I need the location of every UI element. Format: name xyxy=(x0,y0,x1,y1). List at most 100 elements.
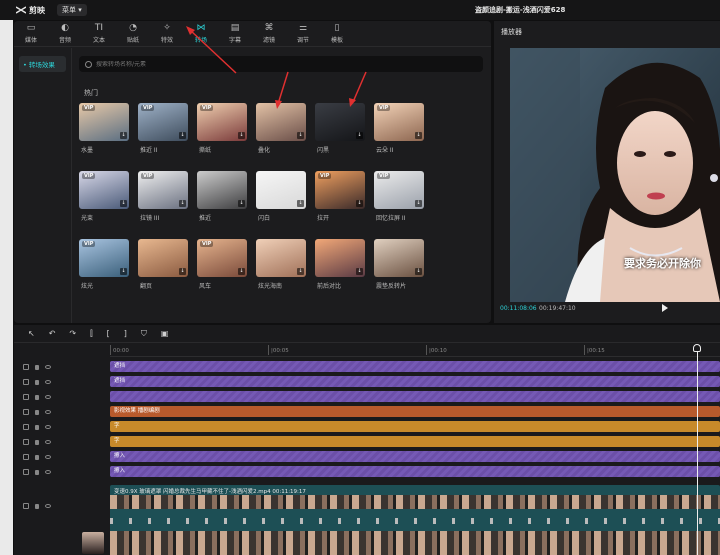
track-clip[interactable]: 擦入 xyxy=(110,466,720,477)
video-preview[interactable]: 要求务必开除你 xyxy=(510,48,720,302)
transition-thumbnail[interactable]: ↓ xyxy=(138,239,188,277)
download-icon[interactable]: ↓ xyxy=(238,132,245,139)
transition-tile[interactable]: VIP ↓ 拉镜 III xyxy=(138,171,188,223)
transition-thumbnail[interactable]: VIP ↓ xyxy=(79,103,129,141)
download-icon[interactable]: ↓ xyxy=(297,200,304,207)
transition-thumbnail[interactable]: ↓ xyxy=(256,239,306,277)
transition-thumbnail[interactable]: VIP ↓ xyxy=(138,103,188,141)
playhead-handle[interactable] xyxy=(693,344,701,352)
track-clip[interactable]: 擦入 xyxy=(110,451,720,462)
transition-tile[interactable]: ↓ 闪黑 xyxy=(315,103,365,155)
lock-icon[interactable] xyxy=(35,409,39,415)
eye-icon[interactable] xyxy=(45,425,51,429)
transition-tile[interactable]: VIP ↓ 光束 xyxy=(79,171,129,223)
search-bar[interactable] xyxy=(79,56,483,72)
split-right-icon[interactable]: ] xyxy=(124,329,127,338)
track-clip[interactable]: 字 xyxy=(110,421,720,432)
download-icon[interactable]: ↓ xyxy=(297,132,304,139)
download-icon[interactable]: ↓ xyxy=(120,268,127,275)
track-clip[interactable]: 遮挡 xyxy=(110,376,720,387)
tool-sticker[interactable]: ◔ 贴纸 xyxy=(116,21,150,46)
tool-template[interactable]: ▯ 模板 xyxy=(320,21,354,46)
lock-icon[interactable] xyxy=(35,364,39,370)
tool-subtitle[interactable]: ▤ 字幕 xyxy=(218,21,252,46)
redo-icon[interactable]: ↷ xyxy=(69,329,76,338)
transition-thumbnail[interactable]: VIP ↓ xyxy=(138,171,188,209)
transition-tile[interactable]: ↓ 闪白 xyxy=(256,171,306,223)
lock-icon[interactable] xyxy=(35,379,39,385)
undo-icon[interactable]: ↶ xyxy=(49,329,56,338)
transition-thumbnail[interactable]: ↓ xyxy=(197,171,247,209)
tool-media[interactable]: ▭ 媒体 xyxy=(14,21,48,46)
download-icon[interactable]: ↓ xyxy=(120,132,127,139)
tool-filter[interactable]: ⌘ 滤镜 xyxy=(252,21,286,46)
transition-tile[interactable]: VIP ↓ 水墨 xyxy=(79,103,129,155)
download-icon[interactable]: ↓ xyxy=(179,268,186,275)
download-icon[interactable]: ↓ xyxy=(238,200,245,207)
transition-tile[interactable]: ↓ 叠化 xyxy=(256,103,306,155)
transition-thumbnail[interactable]: VIP ↓ xyxy=(374,171,424,209)
download-icon[interactable]: ↓ xyxy=(297,268,304,275)
split-icon[interactable]: ⫿ xyxy=(90,329,93,339)
transition-tile[interactable]: VIP ↓ 回忆拉屏 II xyxy=(374,171,424,223)
track-clip[interactable]: 字 xyxy=(110,436,720,447)
eye-icon[interactable] xyxy=(45,365,51,369)
transition-tile[interactable]: ↓ 推近 xyxy=(197,171,247,223)
eye-icon[interactable] xyxy=(45,380,51,384)
transition-tile[interactable]: ↓ 翻页 xyxy=(138,239,188,291)
download-icon[interactable]: ↓ xyxy=(356,200,363,207)
transition-thumbnail[interactable]: VIP ↓ xyxy=(197,103,247,141)
download-icon[interactable]: ↓ xyxy=(356,132,363,139)
transition-tile[interactable]: ↓ 前后对比 xyxy=(315,239,365,291)
lock-icon[interactable] xyxy=(35,439,39,445)
transition-thumbnail[interactable]: VIP ↓ xyxy=(374,103,424,141)
play-button[interactable] xyxy=(662,304,668,312)
download-icon[interactable]: ↓ xyxy=(415,132,422,139)
select-icon[interactable]: ↖ xyxy=(28,329,35,338)
playhead-line[interactable] xyxy=(697,345,698,555)
download-icon[interactable]: ↓ xyxy=(415,268,422,275)
tool-transition[interactable]: ⋈ 转场 xyxy=(184,21,218,46)
transition-tile[interactable]: VIP ↓ 云朵 II xyxy=(374,103,424,155)
download-icon[interactable]: ↓ xyxy=(179,200,186,207)
track-clip[interactable] xyxy=(110,391,720,402)
lock-icon[interactable] xyxy=(35,503,39,509)
category-transition-effects[interactable]: • 转场效果 xyxy=(19,56,66,72)
eye-icon[interactable] xyxy=(45,440,51,444)
eye-icon[interactable] xyxy=(45,410,51,414)
transition-tile[interactable]: VIP ↓ 风车 xyxy=(197,239,247,291)
tool-adjust[interactable]: ⚌ 调节 xyxy=(286,21,320,46)
transition-tile[interactable]: VIP ↓ 拉开 xyxy=(315,171,365,223)
transition-tile[interactable]: VIP ↓ 炫光 xyxy=(79,239,129,291)
lock-icon[interactable] xyxy=(35,394,39,400)
shield-icon[interactable]: ⛉ xyxy=(141,329,147,339)
transition-tile[interactable]: ↓ 震垫反转片 xyxy=(374,239,424,291)
lock-icon[interactable] xyxy=(35,469,39,475)
menu-button[interactable]: 菜单 ▾ xyxy=(57,4,87,16)
transition-thumbnail[interactable]: VIP ↓ xyxy=(79,239,129,277)
transition-thumbnail[interactable]: ↓ xyxy=(256,103,306,141)
lock-icon[interactable] xyxy=(35,454,39,460)
track-clip[interactable]: 影视效果 播剧编剧 xyxy=(110,406,720,417)
transition-tile[interactable]: ↓ 炫光海南 xyxy=(256,239,306,291)
transition-tile[interactable]: VIP ↓ 撕纸 xyxy=(197,103,247,155)
search-input[interactable] xyxy=(96,60,476,68)
transition-tile[interactable]: VIP ↓ 推近 II xyxy=(138,103,188,155)
image-icon[interactable]: ▣ xyxy=(161,329,169,338)
lock-icon[interactable] xyxy=(35,424,39,430)
transition-thumbnail[interactable]: ↓ xyxy=(256,171,306,209)
download-icon[interactable]: ↓ xyxy=(356,268,363,275)
tool-effect[interactable]: ✧ 特效 xyxy=(150,21,184,46)
eye-icon[interactable] xyxy=(45,455,51,459)
download-icon[interactable]: ↓ xyxy=(415,200,422,207)
download-icon[interactable]: ↓ xyxy=(238,268,245,275)
eye-icon[interactable] xyxy=(45,470,51,474)
transition-thumbnail[interactable]: VIP ↓ xyxy=(197,239,247,277)
tool-text[interactable]: TI 文本 xyxy=(82,21,116,46)
transition-thumbnail[interactable]: ↓ xyxy=(315,239,365,277)
tool-audio[interactable]: ◐ 音频 xyxy=(48,21,82,46)
track-clip[interactable]: 遮挡 xyxy=(110,361,720,372)
download-icon[interactable]: ↓ xyxy=(179,132,186,139)
transition-thumbnail[interactable]: ↓ xyxy=(374,239,424,277)
main-video-clip[interactable]: 变速0.9X 玻璃遮罩 闪婚总裁先生马甲藏不住了-浅酒闪爱2.mp4 00:11… xyxy=(110,485,720,555)
